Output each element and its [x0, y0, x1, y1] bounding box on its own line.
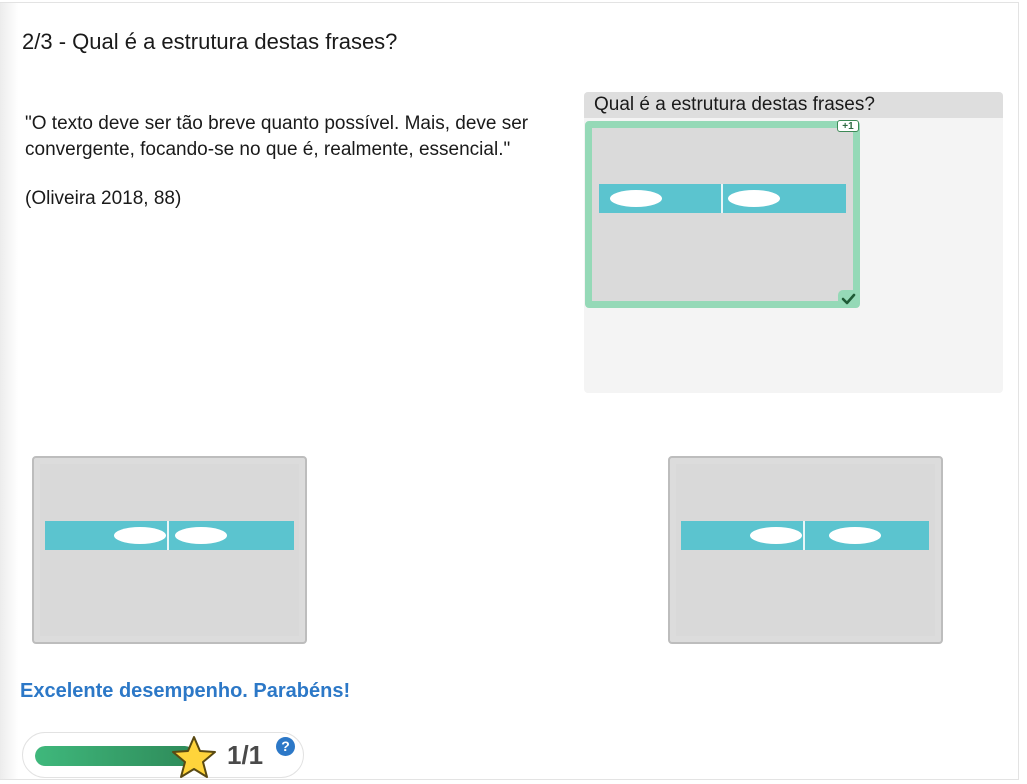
- option-card-2[interactable]: [668, 456, 943, 644]
- question-title: 2/3 - Qual é a estrutura destas frases?: [22, 29, 398, 54]
- feedback-message: Excelente desempenho. Parabéns!: [20, 680, 351, 702]
- sentence-pill: [829, 527, 881, 544]
- quote-text: "O texto deve ser tão breve quanto possí…: [25, 111, 585, 163]
- check-icon: [838, 290, 859, 307]
- quote-citation: (Oliveira 2018, 88): [25, 188, 182, 209]
- sentence-pill: [175, 527, 227, 544]
- sentence-pill: [114, 527, 166, 544]
- sentence-bar: [681, 521, 929, 550]
- sentence-bar: [599, 184, 846, 213]
- score-text: 1/1: [227, 740, 264, 770]
- help-icon[interactable]: ?: [276, 737, 295, 756]
- sentence-pill: [750, 527, 802, 544]
- sentence-pill: [610, 190, 662, 207]
- dropped-answer-card[interactable]: [585, 121, 860, 308]
- sentence-bar: [45, 521, 294, 550]
- quote-paragraph: "O texto deve ser tão breve quanto possí…: [25, 113, 529, 160]
- bar-divider: [167, 521, 169, 550]
- option-card-1[interactable]: [32, 456, 307, 644]
- bar-divider: [803, 521, 805, 550]
- score-chip: +1: [837, 120, 859, 132]
- drop-zone-header: Qual é a estrutura destas frases?: [584, 92, 1003, 118]
- star-icon: [171, 735, 217, 779]
- sentence-pill: [728, 190, 780, 207]
- bar-divider: [721, 184, 723, 213]
